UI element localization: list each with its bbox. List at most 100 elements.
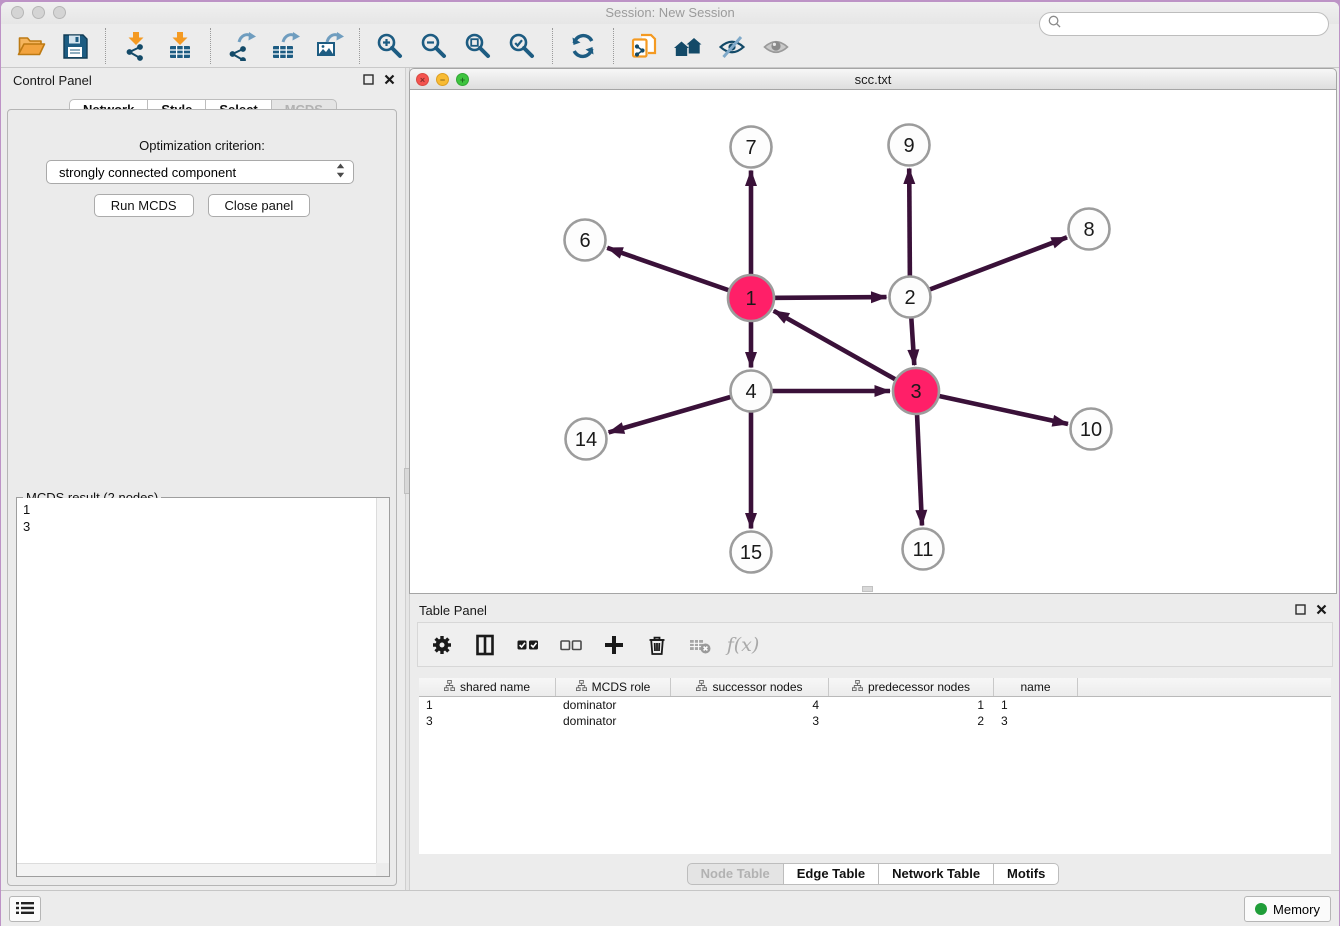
mcds-result-box: MCDS result (2 nodes) 1 3 xyxy=(16,497,390,877)
show-all-icon[interactable] xyxy=(761,31,791,61)
delete-table-icon xyxy=(688,633,712,657)
add-column-icon[interactable] xyxy=(602,633,626,657)
node-9[interactable]: 9 xyxy=(889,125,930,166)
network-graph[interactable]: 7 9 6 8 1 2 4 3 14 10 15 11 xyxy=(410,90,1336,592)
save-session-icon[interactable] xyxy=(60,31,90,61)
network-window-title: scc.txt xyxy=(410,69,1336,91)
criterion-dropdown[interactable]: strongly connected component xyxy=(46,160,354,184)
toolbar-separator xyxy=(613,28,614,64)
float-panel-icon[interactable] xyxy=(1295,604,1306,615)
float-panel-icon[interactable] xyxy=(363,74,374,85)
run-mcds-button[interactable]: Run MCDS xyxy=(94,194,194,217)
close-panel-icon[interactable] xyxy=(1316,604,1327,615)
zoom-selected-icon[interactable] xyxy=(507,31,537,61)
cell-name[interactable]: 3 xyxy=(994,713,1078,729)
column-header-name[interactable]: name xyxy=(994,678,1078,696)
zoom-out-icon[interactable] xyxy=(419,31,449,61)
cell-predecessor-nodes[interactable]: 2 xyxy=(829,713,994,729)
tab-network-table[interactable]: Network Table xyxy=(878,863,994,885)
cell-shared-name[interactable]: 3 xyxy=(419,713,556,729)
first-neighbors-icon[interactable] xyxy=(629,31,659,61)
table-row[interactable]: 1dominator411 xyxy=(419,697,1331,713)
hierarchy-icon xyxy=(444,680,455,694)
zoom-in-icon[interactable] xyxy=(375,31,405,61)
column-header-shared-name[interactable]: shared name xyxy=(419,678,556,696)
node-7[interactable]: 7 xyxy=(731,127,772,168)
svg-text:10: 10 xyxy=(1080,419,1102,441)
memory-button[interactable]: Memory xyxy=(1244,896,1331,922)
network-canvas[interactable]: 7 9 6 8 1 2 4 3 14 10 15 11 xyxy=(409,90,1337,594)
svg-text:6: 6 xyxy=(579,230,590,252)
column-header-MCDS-role[interactable]: MCDS role xyxy=(556,678,671,696)
node-1[interactable]: 1 xyxy=(728,275,774,321)
cell-predecessor-nodes[interactable]: 1 xyxy=(829,697,994,713)
node-2[interactable]: 2 xyxy=(890,277,931,318)
column-header-predecessor-nodes[interactable]: predecessor nodes xyxy=(829,678,994,696)
app-zoom-button[interactable] xyxy=(53,6,66,19)
cell-successor-nodes[interactable]: 4 xyxy=(671,697,829,713)
canvas-splitter-handle[interactable] xyxy=(862,586,873,592)
import-table-icon[interactable] xyxy=(165,31,195,61)
app-close-button[interactable] xyxy=(11,6,24,19)
table-header-row: shared name MCDS role successor nodesprede… xyxy=(419,678,1331,697)
mcds-result-list[interactable]: 1 3 xyxy=(17,498,376,863)
node-14[interactable]: 14 xyxy=(566,419,607,460)
edge-3-1[interactable] xyxy=(774,311,916,391)
column-header-successor-nodes[interactable]: successor nodes xyxy=(671,678,829,696)
svg-text:14: 14 xyxy=(575,429,597,451)
cell-shared-name[interactable]: 1 xyxy=(419,697,556,713)
tab-edge-table[interactable]: Edge Table xyxy=(783,863,879,885)
hide-selected-icon[interactable] xyxy=(717,31,747,61)
tab-motifs[interactable]: Motifs xyxy=(993,863,1059,885)
node-10[interactable]: 10 xyxy=(1071,409,1112,450)
close-panel-icon[interactable] xyxy=(384,74,395,85)
table-body[interactable]: 1dominator4113dominator323 xyxy=(419,697,1331,854)
toolbar-separator xyxy=(210,28,211,64)
cell-name[interactable]: 1 xyxy=(994,697,1078,713)
import-network-icon[interactable] xyxy=(121,31,151,61)
search-input[interactable] xyxy=(1066,17,1320,32)
svg-text:8: 8 xyxy=(1083,219,1094,241)
node-15[interactable]: 15 xyxy=(731,532,772,573)
app-window: Session: New Session Control Panel Netwo… xyxy=(1,2,1339,926)
refresh-layout-icon[interactable] xyxy=(568,31,598,61)
export-table-icon[interactable] xyxy=(270,31,300,61)
table-settings-icon[interactable] xyxy=(430,633,454,657)
toolbar-separator xyxy=(552,28,553,64)
open-file-icon[interactable] xyxy=(16,31,46,61)
close-panel-button[interactable]: Close panel xyxy=(208,194,311,217)
node-11[interactable]: 11 xyxy=(903,529,944,570)
select-all-checkboxes-icon[interactable] xyxy=(516,633,540,657)
result-horizontal-scrollbar[interactable] xyxy=(17,863,376,876)
control-panel-title: Control Panel xyxy=(13,73,92,88)
column-label: MCDS role xyxy=(592,680,651,694)
cell-MCDS-role[interactable]: dominator xyxy=(556,697,671,713)
table-row[interactable]: 3dominator323 xyxy=(419,713,1331,729)
tab-node-table[interactable]: Node Table xyxy=(687,863,784,885)
cell-MCDS-role[interactable]: dominator xyxy=(556,713,671,729)
edge-4-14[interactable] xyxy=(609,391,751,432)
export-network-icon[interactable] xyxy=(226,31,256,61)
clear-checkboxes-icon[interactable] xyxy=(559,633,583,657)
node-8[interactable]: 8 xyxy=(1069,209,1110,250)
edge-2-8[interactable] xyxy=(910,237,1067,297)
node-3[interactable]: 3 xyxy=(893,368,939,414)
delete-column-icon[interactable] xyxy=(645,633,669,657)
cell-successor-nodes[interactable]: 3 xyxy=(671,713,829,729)
column-layout-icon[interactable] xyxy=(473,633,497,657)
traffic-lights xyxy=(11,6,66,19)
result-vertical-scrollbar[interactable] xyxy=(376,498,389,863)
network-window: × − + scc.txt 7 9 6 8 1 2 4 3 14 10 15 11 xyxy=(409,68,1337,594)
zoom-fit-icon[interactable] xyxy=(463,31,493,61)
app-minimize-button[interactable] xyxy=(32,6,45,19)
task-history-button[interactable] xyxy=(9,896,41,922)
hierarchy-icon xyxy=(576,680,587,694)
search-box[interactable] xyxy=(1039,12,1329,36)
mcds-panel: Optimization criterion: strongly connect… xyxy=(7,109,397,886)
home-network-icon[interactable] xyxy=(673,31,703,61)
node-6[interactable]: 6 xyxy=(565,220,606,261)
hierarchy-icon xyxy=(852,680,863,694)
export-image-icon[interactable] xyxy=(314,31,344,61)
network-window-titlebar[interactable]: × − + scc.txt xyxy=(409,68,1337,90)
node-4[interactable]: 4 xyxy=(731,371,772,412)
